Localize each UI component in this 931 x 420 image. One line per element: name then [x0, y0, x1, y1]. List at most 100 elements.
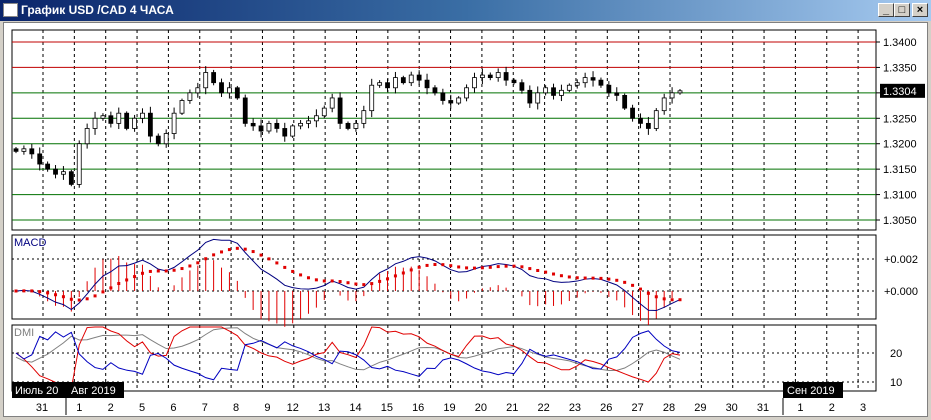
macd-signal-dot: [480, 266, 484, 270]
candle-body: [45, 163, 51, 170]
candle-body: [590, 77, 596, 81]
macd-signal-dot: [314, 278, 318, 282]
candle-body: [495, 72, 501, 79]
candle-body: [566, 84, 572, 91]
panel-frame-0: [11, 29, 877, 231]
candle-body: [527, 89, 533, 104]
macd-signal-dot: [85, 297, 89, 301]
macd-signal-dot: [425, 263, 429, 267]
day-label: 8: [233, 402, 239, 414]
macd-signal-dot: [227, 248, 231, 252]
macd-signal-dot: [172, 268, 176, 272]
macd-signal-dot: [536, 268, 540, 272]
candle-body: [53, 168, 58, 175]
candle-body: [234, 87, 240, 99]
candle-body: [645, 122, 651, 129]
day-label: 3: [860, 402, 866, 414]
macd-signal-dot: [164, 269, 168, 273]
macd-signal-dot: [140, 271, 144, 275]
candle-body: [543, 87, 549, 94]
candle-body: [448, 100, 454, 104]
macd-signal-dot: [528, 267, 532, 271]
candle-body: [258, 125, 264, 132]
price-label: 1.3250: [883, 113, 917, 125]
macd-signal-dot: [196, 261, 200, 265]
day-label: 20: [475, 402, 487, 414]
candle-body: [282, 128, 288, 137]
day-label: 26: [600, 402, 612, 414]
macd-signal-dot: [77, 298, 81, 302]
macd-axis-label: +0.000: [884, 286, 918, 298]
macd-signal-dot: [623, 280, 627, 284]
macd-axis-label: +0.002: [884, 254, 918, 266]
day-label: 21: [506, 402, 518, 414]
candle-body: [638, 117, 643, 124]
macd-signal-dot: [133, 275, 137, 279]
candle-body: [535, 92, 541, 104]
day-label: 15: [381, 402, 393, 414]
candle-body: [203, 72, 209, 89]
price-label: 1.3050: [883, 215, 917, 227]
macd-signal-dot: [69, 297, 73, 301]
macd-signal-dot: [283, 265, 287, 269]
candle-body: [369, 84, 375, 112]
dmi-axis-label: 10: [890, 377, 902, 389]
macd-signal-dot: [125, 278, 129, 282]
candle-body: [76, 143, 82, 185]
candle-body: [155, 135, 161, 145]
price-label: 1.3100: [883, 190, 917, 202]
macd-signal-dot: [670, 298, 674, 302]
macd-signal-dot: [552, 272, 556, 276]
candle-body: [669, 92, 675, 99]
candle-body: [606, 84, 612, 94]
candle-body: [503, 72, 509, 81]
day-label: 7: [202, 402, 208, 414]
dmi-axis-label: 20: [890, 348, 902, 360]
macd-signal-dot: [109, 286, 113, 290]
candle-body: [21, 148, 27, 152]
candle-body: [464, 87, 469, 99]
candle-body: [574, 82, 580, 86]
macd-signal-dot: [14, 289, 18, 293]
candle-body: [393, 77, 398, 89]
macd-signal-dot: [54, 293, 58, 297]
macd-signal-dot: [520, 265, 524, 269]
day-label: 6: [170, 402, 176, 414]
day-label: 30: [726, 402, 738, 414]
price-label: 1.3400: [883, 37, 917, 49]
candle-body: [163, 133, 169, 145]
candle-body: [337, 97, 343, 124]
candle-body: [614, 92, 620, 96]
candle-body: [377, 82, 383, 86]
macd-signal-dot: [409, 268, 413, 272]
macd-signal-dot: [393, 274, 397, 278]
macd-signal-dot: [401, 271, 405, 275]
candle-body: [345, 122, 351, 129]
macd-signal-dot: [378, 279, 382, 283]
day-label: 1: [797, 402, 803, 414]
day-label: 12: [287, 402, 299, 414]
macd-signal-dot: [386, 277, 390, 281]
month-label-aug: Авг 2019: [71, 385, 116, 397]
candle-body: [519, 82, 525, 91]
macd-signal-dot: [46, 291, 50, 295]
candle-body: [116, 112, 122, 124]
day-label: 31: [36, 402, 48, 414]
macd-signal-dot: [567, 275, 571, 279]
candle-body: [250, 122, 256, 127]
day-label: 2: [108, 402, 114, 414]
candle-body: [306, 120, 311, 124]
candle-body: [211, 72, 217, 84]
macd-signal-dot: [354, 282, 358, 286]
macd-signal-dot: [457, 265, 461, 269]
day-label: 13: [318, 402, 330, 414]
candle-body: [61, 171, 66, 175]
macd-signal-dot: [441, 263, 445, 267]
day-label: 1: [76, 402, 82, 414]
macd-signal-dot: [512, 264, 516, 268]
candle-body: [400, 77, 406, 84]
chart-canvas[interactable]: 1.34001.33501.33001.32501.32001.31501.31…: [0, 0, 931, 420]
candle-body: [290, 125, 296, 137]
macd-signal-dot: [212, 253, 216, 257]
macd-signal-dot: [306, 276, 310, 280]
